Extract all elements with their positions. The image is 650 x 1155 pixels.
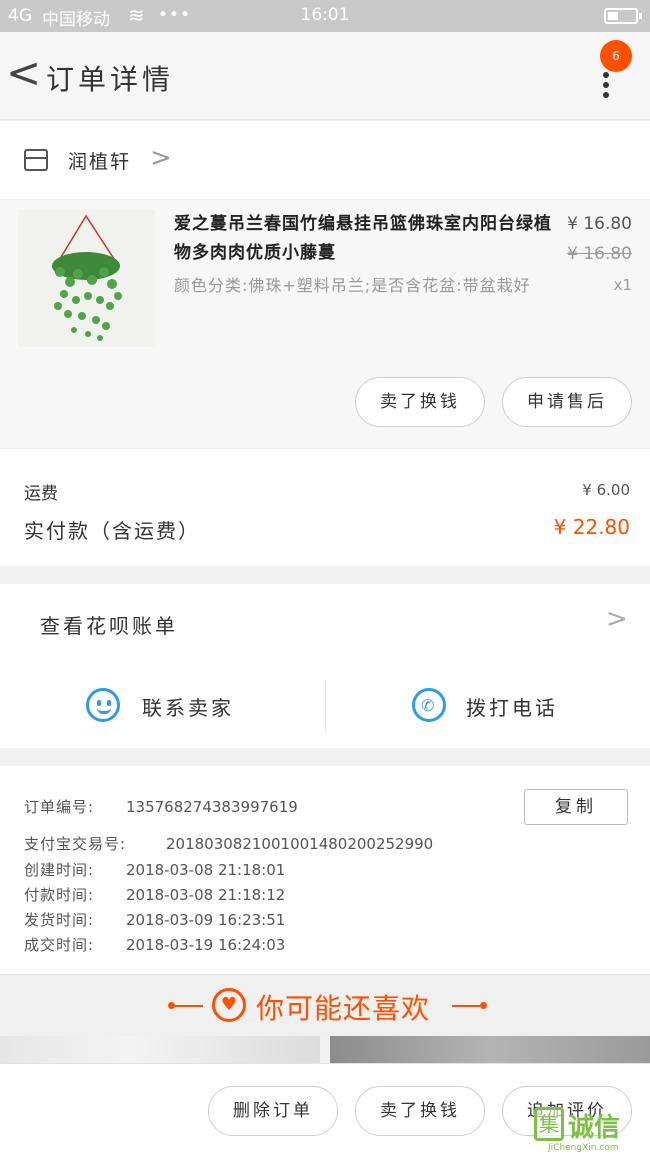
info-key: 成交时间:: [24, 936, 95, 954]
recommend-item-image[interactable]: [330, 1036, 650, 1066]
notification-badge: 6: [600, 40, 632, 72]
order-number-row: 订单编号: 135768274383997619: [24, 796, 298, 817]
store-icon: [24, 149, 48, 171]
product-quantity: x1: [613, 276, 632, 294]
back-icon[interactable]: <: [6, 48, 41, 97]
battery-icon: [604, 8, 642, 24]
recommend-header: ♥ 你可能还喜欢: [0, 974, 650, 1036]
shop-row[interactable]: 润植轩 >: [0, 121, 650, 199]
created-time-row: 创建时间: 2018-03-08 21:18:01: [24, 859, 285, 880]
paid-value: ¥ 22.80: [553, 515, 630, 539]
product-spec: 颜色分类:佛珠+塑料吊兰;是否含花盆:带盆栽好: [174, 276, 531, 295]
watermark-icon: 集: [534, 1107, 564, 1141]
watermark-brand: 诚信: [568, 1113, 621, 1143]
sell-button[interactable]: 卖了换钱: [355, 1086, 485, 1136]
phone-icon[interactable]: ✆: [412, 688, 446, 722]
completed-time-row: 成交时间: 2018-03-19 16:24:03: [24, 934, 285, 955]
product-title[interactable]: 爱之蔓吊兰春国竹编悬挂吊篮佛珠室内阳台绿植物多肉肉优质小藤蔓: [174, 210, 554, 268]
recommend-title: 你可能还喜欢: [256, 992, 431, 1025]
chat-face-icon[interactable]: [86, 688, 120, 722]
decor-line: [452, 1005, 480, 1007]
decor-dot: [168, 1002, 175, 1009]
paid-time-row: 付款时间: 2018-03-08 21:18:12: [24, 884, 285, 905]
huabei-label: 查看花呗账单: [40, 614, 178, 638]
shop-name: 润植轩: [68, 151, 132, 173]
contact-seller-button[interactable]: 联系卖家: [142, 692, 234, 721]
status-bar: 4G 中国移动 ≋ ••• 16:01: [0, 0, 650, 32]
info-key: 支付宝交易号:: [24, 835, 127, 853]
app-header: < 订单详情 6: [0, 32, 650, 120]
info-key: 订单编号:: [24, 798, 95, 816]
alipay-trade-row: 支付宝交易号: 2018030821001001480200252990: [24, 833, 433, 854]
info-value: 2018030821001001480200252990: [166, 835, 434, 853]
after-sales-button[interactable]: 申请售后: [502, 377, 632, 427]
info-key: 创建时间:: [24, 861, 95, 879]
info-key: 发货时间:: [24, 911, 95, 929]
info-value: 2018-03-08 21:18:01: [126, 861, 286, 879]
watermark-logo: 集 诚信 JiChengXin.com: [532, 1105, 650, 1155]
call-phone-button[interactable]: 拨打电话: [466, 692, 558, 721]
delete-order-button[interactable]: 删除订单: [208, 1086, 338, 1136]
info-value: 2018-03-19 16:24:03: [126, 936, 286, 954]
status-time: 16:01: [300, 5, 350, 25]
info-key: 付款时间:: [24, 886, 95, 904]
sell-button[interactable]: 卖了换钱: [355, 377, 485, 427]
product-thumbnail[interactable]: [18, 210, 155, 347]
watermark-url: JiChengXin.com: [548, 1143, 619, 1153]
shipped-time-row: 发货时间: 2018-03-09 16:23:51: [24, 909, 285, 930]
shipping-value: ¥ 6.00: [582, 481, 630, 499]
paid-label: 实付款（含运费）: [24, 519, 200, 543]
copy-button[interactable]: 复制: [524, 789, 628, 825]
page-title: 订单详情: [46, 63, 175, 96]
info-value: 2018-03-08 21:18:12: [126, 886, 286, 904]
order-info: 订单编号: 135768274383997619 支付宝交易号: 201803082…: [0, 766, 650, 974]
heart-icon: ♥: [212, 988, 246, 1022]
product-price: ¥ 16.80: [567, 214, 632, 234]
shipping-label: 运费: [24, 484, 58, 504]
product-item[interactable]: 爱之蔓吊兰春国竹编悬挂吊篮佛珠室内阳台绿植物多肉肉优质小藤蔓 颜色分类:佛珠+塑…: [0, 200, 650, 448]
huabei-bill-row[interactable]: 查看花呗账单 >: [0, 584, 650, 662]
divider: [325, 680, 326, 732]
order-totals: 运费 ¥ 6.00 实付款（含运费） ¥ 22.80: [0, 448, 650, 566]
contact-row: 联系卖家 ✆ 拨打电话: [0, 662, 650, 748]
more-menu-icon[interactable]: [596, 72, 616, 98]
info-value: 2018-03-09 16:23:51: [126, 911, 286, 929]
chevron-right-icon: >: [606, 604, 628, 634]
chevron-right-icon: >: [150, 143, 172, 173]
product-original-price: ¥ 16.80: [567, 244, 632, 264]
decor-dot: [480, 1002, 487, 1009]
info-value: 135768274383997619: [126, 798, 298, 816]
decor-line: [175, 1005, 203, 1007]
recommend-item-image[interactable]: [0, 1036, 320, 1066]
